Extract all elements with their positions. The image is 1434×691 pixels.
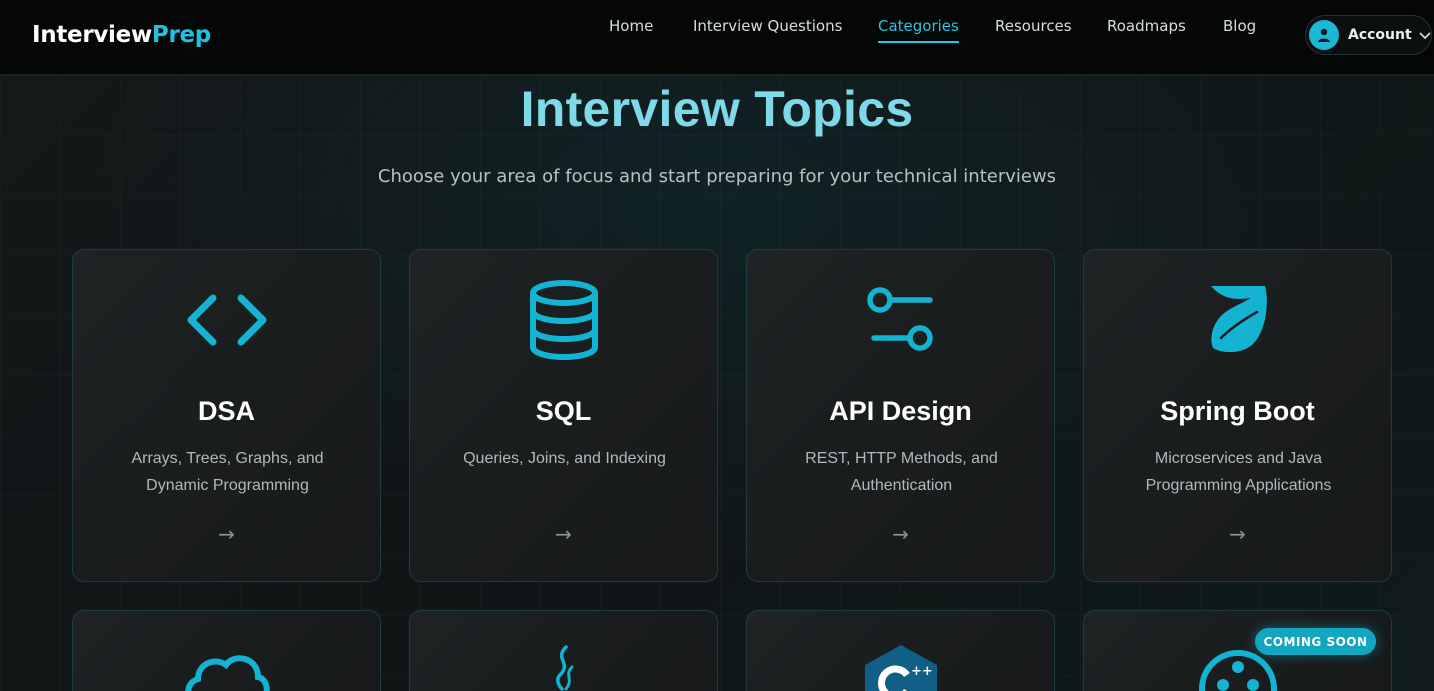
nav-roadmaps[interactable]: Roadmaps	[1107, 17, 1186, 41]
topic-card-cloud[interactable]	[72, 610, 381, 691]
topic-card-sql[interactable]: SQL Queries, Joins, and Indexing →	[409, 249, 718, 582]
topic-card-cpp[interactable]: ++	[746, 610, 1055, 691]
topic-card-dsa[interactable]: DSA Arrays, Trees, Graphs, and Dynamic P…	[72, 249, 381, 582]
spring-leaf-icon	[1084, 278, 1391, 358]
account-label: Account	[1348, 27, 1412, 43]
nav-blog[interactable]: Blog	[1223, 17, 1256, 41]
brand-part1: Interview	[32, 22, 152, 48]
page-subtitle: Choose your area of focus and start prep…	[377, 166, 1057, 187]
cloud-icon	[73, 653, 380, 691]
card-title: DSA	[197, 396, 255, 426]
card-title: Spring Boot	[1160, 396, 1315, 426]
card-description: Arrays, Trees, Graphs, and Dynamic Progr…	[131, 450, 324, 494]
nav-resources[interactable]: Resources	[995, 17, 1072, 41]
nav-categories[interactable]: Categories	[878, 17, 959, 43]
arrow-right-icon: →	[892, 522, 909, 546]
arrow-right-icon: →	[555, 522, 572, 546]
java-icon	[410, 645, 717, 691]
topic-card-java[interactable]	[409, 610, 718, 691]
topic-card-api-design[interactable]: API Design REST, HTTP Methods, and Authe…	[746, 249, 1055, 582]
brand-part2: Prep	[151, 22, 211, 48]
card-description: Queries, Joins, and Indexing	[463, 450, 666, 467]
coming-soon-badge: COMING SOON	[1255, 628, 1376, 655]
arrow-right-icon: →	[218, 522, 235, 546]
card-description: REST, HTTP Methods, and Authentication	[805, 450, 998, 494]
account-menu-button[interactable]: Account	[1305, 15, 1432, 55]
arrow-right-icon: →	[1229, 522, 1246, 546]
ml-icon	[1084, 649, 1391, 691]
page-title: Interview Topics	[520, 81, 914, 137]
nav-interview-questions[interactable]: Interview Questions	[693, 17, 842, 41]
chevron-down-icon	[1419, 32, 1431, 40]
card-title: SQL	[535, 396, 592, 426]
code-icon	[73, 280, 380, 360]
svg-text:++: ++	[911, 664, 933, 679]
brand-logo[interactable]: InterviewPrep	[32, 22, 211, 48]
user-avatar-icon	[1309, 20, 1339, 50]
nav-home[interactable]: Home	[609, 17, 653, 41]
top-navbar: InterviewPrep Home Interview Questions C…	[0, 0, 1434, 75]
cpp-icon: ++	[747, 645, 1054, 691]
api-sliders-icon	[747, 280, 1054, 360]
card-description: Microservices and Java Programming Appli…	[1145, 450, 1332, 494]
card-title: API Design	[829, 396, 972, 426]
database-icon	[410, 280, 717, 360]
topic-card-spring-boot[interactable]: Spring Boot Microservices and Java Progr…	[1083, 249, 1392, 582]
